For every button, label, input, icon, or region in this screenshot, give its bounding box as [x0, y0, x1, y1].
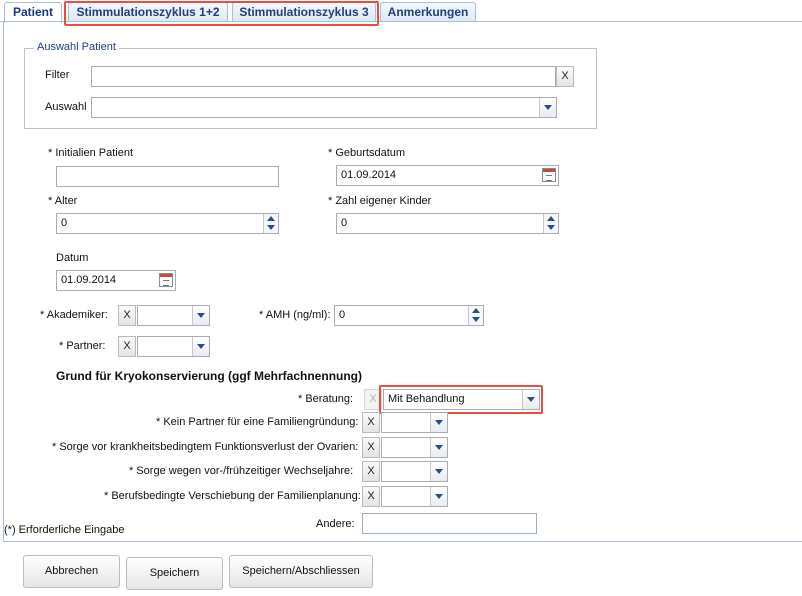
chevron-down-icon[interactable] [430, 487, 447, 506]
datum-label: Datum [56, 252, 89, 264]
datum-input[interactable]: 01.09.2014 [56, 270, 176, 291]
abbrechen-button[interactable]: Abbrechen [23, 555, 120, 588]
andere-label: Andere: [316, 518, 355, 530]
ovarien-clear-button[interactable]: X [362, 437, 380, 458]
amh-label: * AMH (ng/ml): [259, 309, 331, 321]
tab-patient[interactable]: Patient [4, 2, 62, 23]
akademiker-clear-button[interactable]: X [118, 305, 136, 326]
kein-partner-label: * Kein Partner für eine Familiengründung… [156, 416, 359, 428]
partner-select[interactable] [137, 336, 210, 357]
alter-label: * Alter [48, 195, 78, 207]
spinner-arrows-icon[interactable] [543, 214, 558, 233]
tab-anmerkungen[interactable]: Anmerkungen [380, 2, 476, 22]
chevron-down-icon[interactable] [192, 306, 209, 325]
spinner-arrows-icon[interactable] [263, 214, 278, 233]
auswahl-select[interactable] [91, 97, 557, 118]
beruf-select[interactable] [381, 486, 448, 507]
highlight-beratung [379, 385, 543, 414]
amh-value: 0 [339, 309, 346, 321]
beratung-label: * Beratung: [298, 393, 354, 405]
calendar-icon[interactable] [159, 273, 173, 287]
datum-value: 01.09.2014 [61, 274, 117, 286]
beruf-label: * Berufsbedingte Verschiebung der Famili… [104, 490, 361, 502]
partner-label: * Partner: [59, 340, 106, 352]
wechseljahre-label: * Sorge wegen vor-/frühzeitiger Wechselj… [129, 465, 354, 477]
grund-heading: Grund für Kryokonservierung (ggf Mehrfac… [56, 369, 363, 383]
spinner-arrows-icon[interactable] [468, 306, 483, 325]
speichern-abschliessen-button[interactable]: Speichern/Abschliessen [229, 555, 373, 588]
required-footnote: (*) Erforderliche Eingabe [4, 524, 125, 536]
alter-value: 0 [61, 217, 68, 229]
andere-input[interactable] [362, 513, 537, 534]
ovarien-select[interactable] [381, 437, 448, 458]
chevron-down-icon[interactable] [430, 462, 447, 481]
panel-border-bottom [3, 541, 802, 542]
kinder-value: 0 [341, 217, 348, 229]
kein-partner-clear-button[interactable]: X [362, 412, 380, 433]
auswahl-label: Auswahl [45, 101, 87, 113]
akademiker-select[interactable] [137, 305, 210, 326]
geburtsdatum-label: * Geburtsdatum [328, 147, 406, 159]
akademiker-label: * Akademiker: [40, 309, 108, 321]
chevron-down-icon[interactable] [539, 98, 556, 117]
filter-input[interactable] [91, 66, 556, 87]
wechseljahre-clear-button[interactable]: X [362, 461, 380, 482]
beruf-clear-button[interactable]: X [362, 486, 380, 507]
calendar-icon[interactable] [542, 168, 556, 182]
alter-spinner[interactable]: 0 [56, 213, 279, 234]
speichern-button[interactable]: Speichern [126, 557, 223, 590]
kein-partner-select[interactable] [381, 412, 448, 433]
partner-clear-button[interactable]: X [118, 336, 136, 357]
chevron-down-icon[interactable] [430, 413, 447, 432]
panel-border-left [3, 21, 4, 542]
auswahl-patient-legend: Auswahl Patient [34, 41, 119, 53]
geburtsdatum-value: 01.09.2014 [341, 169, 397, 181]
initialen-input[interactable] [56, 166, 279, 187]
ovarien-label: * Sorge vor krankheitsbedingtem Funktion… [52, 441, 359, 453]
wechseljahre-select[interactable] [381, 461, 448, 482]
filter-clear-button[interactable]: X [556, 66, 574, 87]
initialen-label: * Initialien Patient [48, 147, 133, 159]
filter-label: Filter [45, 69, 70, 81]
kinder-spinner[interactable]: 0 [336, 213, 559, 234]
kinder-label: * Zahl eigener Kinder [328, 195, 432, 207]
chevron-down-icon[interactable] [430, 438, 447, 457]
amh-spinner[interactable]: 0 [334, 305, 484, 326]
highlight-stim-tabs [64, 1, 379, 26]
geburtsdatum-input[interactable]: 01.09.2014 [336, 165, 559, 186]
chevron-down-icon[interactable] [192, 337, 209, 356]
